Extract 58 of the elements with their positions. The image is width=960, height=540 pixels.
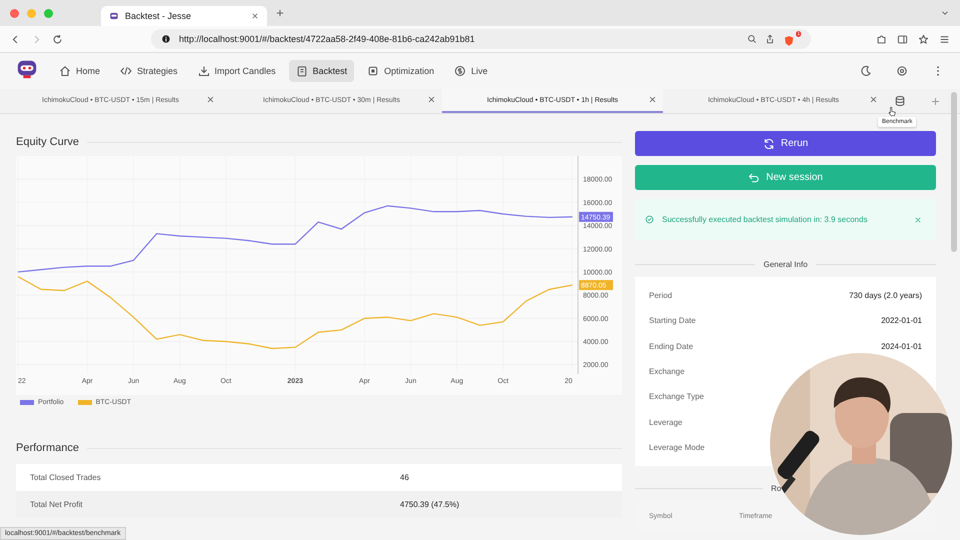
settings-icon[interactable]: [896, 65, 908, 77]
close-icon[interactable]: [251, 12, 259, 20]
plus-icon[interactable]: [275, 8, 285, 18]
section-title: Ro: [771, 484, 782, 494]
section-title: General Info: [763, 260, 808, 269]
info-label: Exchange: [649, 367, 685, 376]
metric-value: 4750.39 (47.5%): [400, 500, 460, 509]
nav-item[interactable]: Optimization: [360, 60, 442, 82]
home-icon: [59, 65, 71, 77]
metric-label: Total Closed Trades: [30, 473, 102, 482]
star-icon[interactable]: [918, 34, 929, 44]
section-title: Performance: [16, 442, 79, 454]
undo-icon: [748, 172, 760, 184]
nav-item[interactable]: Import Candles: [190, 60, 283, 82]
share-icon[interactable]: [765, 34, 775, 44]
close-icon[interactable]: [648, 94, 657, 104]
reload-icon[interactable]: [52, 34, 63, 44]
maximize-window-dot[interactable]: [44, 8, 53, 18]
info-value: 2024-01-01: [881, 342, 922, 351]
nav-item[interactable]: Strategies: [113, 60, 185, 82]
close-icon[interactable]: [869, 94, 878, 104]
rerun-button[interactable]: Rerun: [635, 131, 936, 156]
nav-item[interactable]: Backtest: [288, 60, 354, 82]
close-window-dot[interactable]: [10, 8, 19, 18]
info-value: 2022-01-01: [881, 316, 922, 326]
info-label: Leverage Mode: [649, 442, 705, 452]
metric-label: Total Net Profit: [30, 500, 84, 509]
download-icon: [198, 65, 210, 77]
section-title: Equity Curve: [16, 136, 79, 148]
browser-tab[interactable]: Backtest - Jesse: [101, 6, 267, 26]
info-label: Leverage: [649, 418, 682, 427]
info-label: Ending Date: [649, 342, 694, 351]
scrollbar[interactable]: [951, 92, 957, 252]
refresh-icon: [762, 138, 775, 150]
chip-icon: [367, 65, 380, 77]
info-icon: [161, 34, 171, 44]
nav-item[interactable]: Live: [447, 60, 495, 82]
info-label: Starting Date: [649, 316, 696, 326]
database-icon[interactable]: [894, 95, 906, 107]
url-text: http://localhost:9001/#/backtest/4722aa58-2f49-408e-81b6-ca242ab91b81: [179, 34, 476, 44]
alert-message: Successfully executed backtest simulation in: 3.9 seconds: [662, 215, 868, 224]
menu-icon[interactable]: [939, 34, 950, 44]
nav-item[interactable]: Home: [52, 60, 108, 82]
zoom-icon[interactable]: [747, 34, 757, 44]
close-icon[interactable]: [206, 94, 215, 104]
info-label: Period: [649, 291, 672, 300]
info-value: 730 days (2.0 years): [849, 291, 922, 300]
minimize-window-dot[interactable]: [27, 8, 36, 18]
pointer-cursor-icon: [887, 106, 898, 117]
plus-icon[interactable]: [930, 96, 941, 106]
info-label: Exchange Type: [649, 392, 704, 402]
code-icon: [120, 65, 132, 77]
dollar-icon: [454, 65, 466, 77]
clipboard-icon: [296, 65, 308, 77]
moon-icon[interactable]: [860, 65, 872, 77]
close-icon[interactable]: [427, 94, 436, 104]
sidebar-icon[interactable]: [897, 34, 908, 44]
metric-value: 46: [400, 473, 409, 482]
